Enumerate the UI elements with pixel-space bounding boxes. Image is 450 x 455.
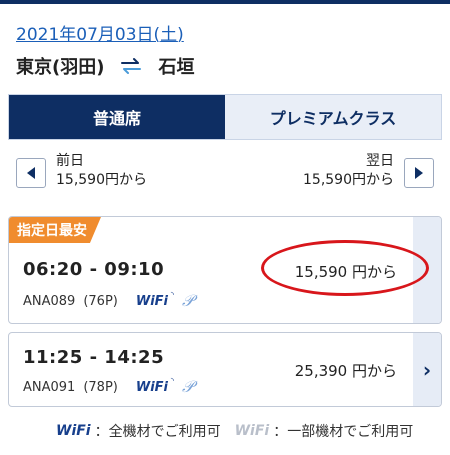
card-side[interactable]: ›: [413, 333, 441, 406]
next-day-info[interactable]: 翌日 15,590円から: [303, 152, 394, 190]
next-day-label: 翌日: [366, 153, 394, 169]
wifi-icon: WiFi ◝: [135, 375, 174, 395]
flight-info: ANA091 (78P) WiFi ◝ 𝒫: [23, 375, 194, 397]
prev-day-info[interactable]: 前日 15,590円から: [56, 152, 147, 190]
prev-day-label: 前日: [56, 153, 84, 169]
seat-class-tabs: 普通席 プレミアムクラス: [8, 94, 442, 140]
flight-card[interactable]: 11:25 - 14:25 ANA091 (78P) WiFi ◝ 𝒫 25,39…: [8, 332, 442, 407]
tab-economy[interactable]: 普通席: [9, 95, 225, 139]
p-icon: 𝒫: [182, 291, 194, 310]
flight-number: ANA089: [23, 293, 76, 309]
flight-price: 25,390 円から: [294, 362, 397, 380]
cheapest-badge: 指定日最安: [9, 217, 101, 243]
aircraft-code: (76P): [83, 293, 118, 309]
day-navigation: 前日 15,590円から 翌日 15,590円から: [16, 150, 434, 194]
wifi-full-icon: WiFi: [56, 423, 91, 439]
next-day-button[interactable]: [404, 158, 434, 188]
prev-day-button[interactable]: [16, 158, 46, 188]
destination-airport: 石垣: [158, 57, 195, 78]
prev-day-price: 15,590円から: [56, 172, 147, 188]
flight-time: 06:20 - 09:10: [23, 259, 165, 280]
flight-card[interactable]: 指定日最安 06:20 - 09:10 ANA089 (76P) WiFi ◝ 𝒫…: [8, 216, 442, 324]
wifi-icon: WiFi ◝: [135, 289, 174, 309]
card-side[interactable]: [413, 217, 441, 323]
triangle-left-icon: [27, 167, 35, 179]
triangle-right-icon: [415, 167, 423, 179]
date-close[interactable]: ): [177, 25, 184, 45]
flight-time: 11:25 - 14:25: [23, 347, 165, 368]
aircraft-code: (78P): [83, 379, 118, 395]
next-day-price: 15,590円から: [303, 172, 394, 188]
origin-airport: 東京(羽田): [16, 57, 105, 78]
swap-arrows-icon[interactable]: [116, 53, 146, 79]
wifi-legend: WiFi ：全機材でご利用可 WiFi ：一部機材でご利用可: [56, 421, 413, 441]
wifi-full-text: ：全機材でご利用可: [94, 424, 221, 440]
flight-number: ANA091: [23, 379, 76, 395]
date-text[interactable]: 2021年07月03日(: [16, 25, 160, 45]
date-weekday[interactable]: 土: [160, 25, 177, 45]
chevron-right-icon[interactable]: ›: [423, 358, 431, 382]
wifi-partial-text: ：一部機材でご利用可: [273, 424, 414, 440]
p-icon: 𝒫: [182, 377, 194, 396]
flight-info: ANA089 (76P) WiFi ◝ 𝒫: [23, 289, 194, 311]
route: 東京(羽田) 石垣: [16, 53, 194, 79]
top-bar: [0, 0, 450, 4]
wifi-partial-icon: WiFi: [234, 423, 270, 439]
flight-price: 15,590 円から: [294, 263, 397, 281]
date-link[interactable]: 2021年07月03日(土): [16, 20, 184, 45]
tab-premium[interactable]: プレミアムクラス: [225, 95, 441, 139]
